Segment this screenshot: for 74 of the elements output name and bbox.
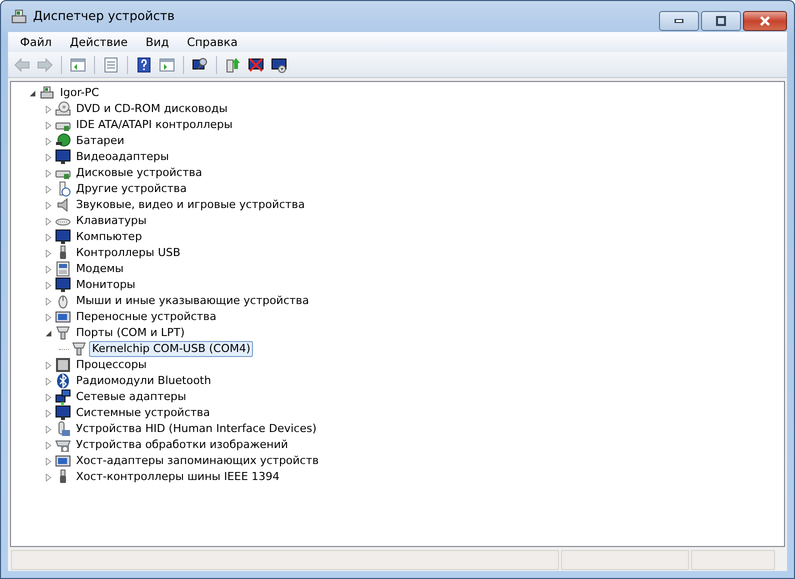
tree-item[interactable]: Мыши и иные указывающие устройства [73, 293, 312, 309]
computer-icon [39, 85, 55, 101]
tree-item[interactable]: Радиомодули Bluetooth [73, 373, 214, 389]
menu-item[interactable]: Справка [178, 32, 247, 52]
monitor-icon [55, 229, 71, 245]
expand-arrow-icon[interactable] [43, 264, 53, 274]
portable-device-icon [55, 309, 71, 325]
network-icon [55, 389, 71, 405]
tree-item[interactable]: Системные устройства [73, 405, 213, 421]
tree-item[interactable]: Igor-PC [57, 85, 102, 101]
minimize-icon [674, 19, 684, 23]
expand-arrow-icon[interactable] [43, 472, 53, 482]
menu-item[interactable]: Действие [60, 32, 137, 52]
expand-arrow-icon[interactable] [43, 216, 53, 226]
tree-item[interactable]: IDE ATA/ATAPI контроллеры [73, 117, 236, 133]
disc-drive-icon [55, 101, 71, 117]
collapse-arrow-icon[interactable] [43, 328, 53, 338]
tree-item[interactable]: Переносные устройства [73, 309, 220, 325]
close-button[interactable] [743, 11, 787, 31]
tree-item[interactable]: Клавиатуры [73, 213, 150, 229]
tree-item[interactable]: DVD и CD-ROM дисководы [73, 101, 231, 117]
expand-arrow-icon[interactable] [43, 376, 53, 386]
tree-item[interactable]: Устройства обработки изображений [73, 437, 292, 453]
modem-icon [55, 261, 71, 277]
chip-icon [55, 357, 71, 373]
expand-arrow-icon[interactable] [43, 104, 53, 114]
window-title: Диспетчер устройств [33, 7, 175, 26]
monitor-icon [55, 149, 71, 165]
expand-arrow-icon[interactable] [43, 136, 53, 146]
expand-arrow-icon[interactable] [43, 392, 53, 402]
expand-arrow-icon[interactable] [43, 296, 53, 306]
tree-item[interactable]: Звуковые, видео и игровые устройства [73, 197, 308, 213]
expand-arrow-icon[interactable] [43, 360, 53, 370]
expand-arrow-icon[interactable] [43, 456, 53, 466]
expand-arrow-icon[interactable] [43, 200, 53, 210]
port-icon [55, 325, 71, 341]
tree-item[interactable]: Дисковые устройства [73, 165, 206, 181]
collapse-arrow-icon[interactable] [27, 88, 37, 98]
tree-item[interactable]: Мониторы [73, 277, 138, 293]
expand-arrow-icon[interactable] [43, 184, 53, 194]
monitor-icon [55, 405, 71, 421]
expand-arrow-icon[interactable] [43, 440, 53, 450]
monitor-icon [55, 277, 71, 293]
minimize-button[interactable] [659, 11, 699, 31]
expand-arrow-icon[interactable] [43, 408, 53, 418]
portable-device-icon [55, 453, 71, 469]
maximize-icon [713, 13, 729, 29]
expand-arrow-icon[interactable] [43, 120, 53, 130]
maximize-button[interactable] [701, 11, 741, 31]
app-icon [10, 8, 28, 26]
expand-arrow-icon[interactable] [43, 232, 53, 242]
menu-item[interactable]: Файл [11, 32, 61, 52]
expand-arrow-icon[interactable] [43, 152, 53, 162]
tree-item[interactable]: Kernelchip COM-USB (COM4) [89, 341, 254, 357]
tree-item[interactable]: Другие устройства [73, 181, 190, 197]
expand-arrow-icon[interactable] [43, 280, 53, 290]
menu-item[interactable]: Вид [136, 32, 178, 52]
expand-arrow-icon[interactable] [43, 248, 53, 258]
port-icon [71, 341, 87, 357]
tree-item[interactable]: Компьютер [73, 229, 145, 245]
tree-item[interactable]: Порты (COM и LPT) [73, 325, 188, 341]
tree-item[interactable]: Хост-адаптеры запоминающих устройств [73, 453, 322, 469]
bluetooth-icon [55, 373, 71, 389]
tree-item[interactable]: Устройства HID (Human Interface Devices) [73, 421, 320, 437]
tree-item[interactable]: Сетевые адаптеры [73, 389, 190, 405]
tree-item[interactable]: Контроллеры USB [73, 245, 184, 261]
expand-arrow-icon[interactable] [43, 424, 53, 434]
tree-item[interactable]: Батареи [73, 133, 128, 149]
tree-item[interactable]: Хост-контроллеры шины IEEE 1394 [73, 469, 283, 485]
tree-item[interactable]: Модемы [73, 261, 127, 277]
expand-arrow-icon[interactable] [43, 168, 53, 178]
tree-item[interactable]: Процессоры [73, 357, 150, 373]
expand-arrow-icon[interactable] [43, 312, 53, 322]
tree-item[interactable]: Видеоадаптеры [73, 149, 172, 165]
